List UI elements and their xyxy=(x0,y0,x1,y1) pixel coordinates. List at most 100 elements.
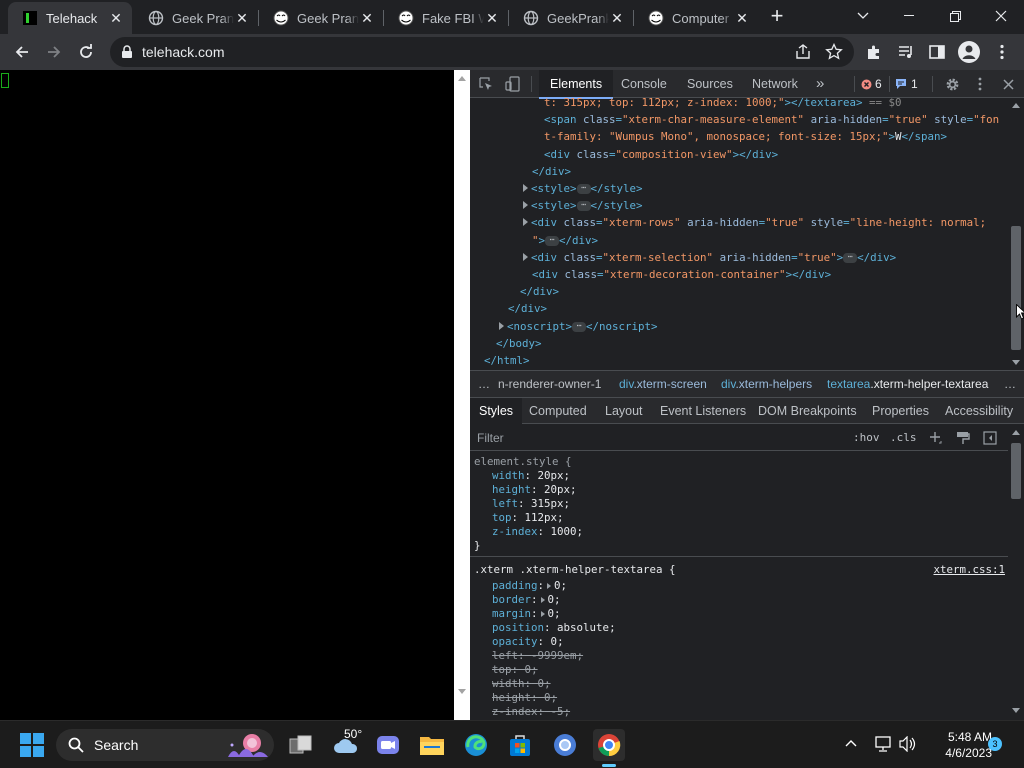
task-view-button[interactable] xyxy=(285,729,317,761)
dom-node-line[interactable]: <span class="xterm-char-measure-element"… xyxy=(544,111,999,128)
page-scrollbar[interactable] xyxy=(454,70,470,720)
side-panel-button[interactable] xyxy=(923,38,951,66)
notification-badge[interactable]: 3 xyxy=(988,737,1002,751)
bookmark-star-icon[interactable] xyxy=(825,43,843,61)
scroll-down-arrow-icon[interactable] xyxy=(457,688,467,696)
paint-roller-icon[interactable] xyxy=(956,431,970,445)
scrollbar-thumb[interactable] xyxy=(1011,443,1021,499)
close-tab-icon[interactable]: ✕ xyxy=(108,10,124,26)
css-declaration[interactable]: left: 315px; xyxy=(492,497,570,511)
tab-elements[interactable]: Elements xyxy=(539,70,614,99)
volume-icon[interactable] xyxy=(899,736,917,752)
css-declaration[interactable]: padding: 0; xyxy=(492,579,567,593)
profile-button[interactable] xyxy=(955,38,983,66)
breadcrumb-item[interactable]: n-renderer-owner-1 xyxy=(498,371,601,397)
expand-triangle-icon[interactable] xyxy=(523,184,528,192)
css-declaration[interactable]: border: 0; xyxy=(492,593,561,607)
dom-node-line[interactable]: </div> xyxy=(508,300,547,317)
scrollbar-thumb[interactable] xyxy=(1011,226,1021,350)
new-tab-button[interactable]: + xyxy=(766,5,788,28)
url-text[interactable]: telehack.com xyxy=(142,44,224,60)
rule-selector[interactable]: element.style { xyxy=(474,455,572,469)
errors-counter[interactable]: 6 xyxy=(861,76,882,92)
minimize-button[interactable] xyxy=(886,0,932,32)
microsoft-store-button[interactable] xyxy=(504,729,536,761)
expand-triangle-icon[interactable] xyxy=(523,218,528,227)
tab-network[interactable]: Network xyxy=(752,70,798,98)
css-declaration[interactable]: opacity: 0; xyxy=(492,635,564,649)
tab-geek-prank-2[interactable]: Geek Prank ✕ xyxy=(259,2,383,34)
clock[interactable]: 5:48 AM 4/6/2023 xyxy=(922,729,992,761)
breadcrumb-item[interactable]: div.xterm-screen xyxy=(619,371,707,397)
start-button[interactable] xyxy=(16,729,48,761)
weather-widget[interactable]: 50° xyxy=(330,727,362,761)
breadcrumb-item-selected[interactable]: textarea.xterm-helper-textarea xyxy=(827,371,988,397)
tab-accessibility[interactable]: Accessibility xyxy=(945,398,1013,424)
forward-button[interactable] xyxy=(40,38,68,66)
expand-triangle-icon[interactable] xyxy=(523,201,528,210)
close-tab-icon[interactable]: ✕ xyxy=(609,10,625,26)
scroll-up-arrow-icon[interactable] xyxy=(1012,429,1020,435)
devtools-menu-button[interactable] xyxy=(971,75,989,93)
tab-geekprank[interactable]: GeekPrank ✕ xyxy=(509,2,633,34)
close-tab-icon[interactable]: ✕ xyxy=(234,10,250,26)
file-explorer-button[interactable] xyxy=(416,729,448,761)
taskbar-search[interactable]: Search xyxy=(56,729,274,761)
toggle-sidebar-icon[interactable] xyxy=(983,431,997,445)
teams-chat-button[interactable] xyxy=(372,729,404,761)
cls-toggle[interactable]: .cls xyxy=(890,431,917,444)
extensions-button[interactable] xyxy=(860,38,888,66)
tab-sources[interactable]: Sources xyxy=(687,70,733,98)
dom-node-line[interactable]: </div> xyxy=(520,283,559,300)
collapsed-content-icon[interactable]: ⋯ xyxy=(545,235,560,246)
dom-node-line[interactable]: </body> xyxy=(496,335,542,352)
scroll-down-arrow-icon[interactable] xyxy=(1012,708,1020,714)
tab-fake-fbi-warning[interactable]: Fake FBI Warning ✕ xyxy=(384,2,508,34)
lock-icon[interactable] xyxy=(120,45,134,59)
tab-layout[interactable]: Layout xyxy=(605,398,643,424)
breadcrumb-overflow[interactable]: … xyxy=(478,371,490,397)
dom-node-line[interactable]: <noscript> ⋯ </noscript> xyxy=(499,318,658,335)
styles-scrollbar[interactable] xyxy=(1008,425,1024,720)
expand-shorthand-icon[interactable] xyxy=(540,611,545,617)
styles-rules[interactable]: element.style { width: 20px; height: 20px… xyxy=(470,451,1008,720)
share-icon[interactable] xyxy=(794,43,812,61)
css-declaration[interactable]: z-index: -5; xyxy=(492,705,570,719)
dom-node-line[interactable]: </div> xyxy=(532,163,571,180)
scroll-up-arrow-icon[interactable] xyxy=(1012,102,1020,108)
tab-styles[interactable]: Styles xyxy=(470,398,523,424)
dom-node-line[interactable]: <div class="xterm-decoration-container">… xyxy=(532,266,831,283)
dom-node-line[interactable]: <div class="composition-view"></div> xyxy=(544,146,778,163)
css-declaration[interactable]: width: 0; xyxy=(492,677,551,691)
tab-event-listeners[interactable]: Event Listeners xyxy=(660,398,746,424)
device-toolbar-button[interactable] xyxy=(504,75,522,93)
css-declaration[interactable]: height: 0; xyxy=(492,691,557,705)
css-declaration[interactable]: z-index: 1000; xyxy=(492,525,583,539)
expand-shorthand-icon[interactable] xyxy=(547,583,552,589)
expand-triangle-icon[interactable] xyxy=(499,321,504,330)
close-tab-icon[interactable]: ✕ xyxy=(734,10,750,26)
inspect-element-button[interactable] xyxy=(477,75,495,93)
css-declaration[interactable]: width: 20px; xyxy=(492,469,570,483)
close-tab-icon[interactable]: ✕ xyxy=(359,10,375,26)
filter-input[interactable]: Filter xyxy=(477,431,504,445)
css-declaration[interactable]: margin: 0; xyxy=(492,607,561,621)
dom-node-line[interactable]: t: 315px; top: 112px; z-index: 1000;"></… xyxy=(544,98,902,111)
chrome-button-active[interactable] xyxy=(593,729,625,767)
messages-counter[interactable]: 1 xyxy=(895,76,918,92)
chromium-button[interactable] xyxy=(549,729,581,761)
close-window-button[interactable] xyxy=(978,0,1024,32)
telehack-terminal[interactable] xyxy=(0,70,454,720)
address-bar[interactable]: telehack.com xyxy=(110,37,854,67)
reload-button[interactable] xyxy=(72,38,100,66)
breadcrumb-item[interactable]: div.xterm-helpers xyxy=(721,371,812,397)
dom-tree[interactable]: t: 315px; top: 112px; z-index: 1000;"></… xyxy=(470,98,1008,370)
source-link[interactable]: xterm.css:1 xyxy=(933,563,1005,577)
dom-node-line[interactable]: </html> xyxy=(484,352,530,369)
expand-shorthand-icon[interactable] xyxy=(540,597,545,603)
devtools-settings-button[interactable] xyxy=(943,75,961,93)
restore-button[interactable] xyxy=(932,0,978,32)
tab-telehack[interactable]: Telehack ✕ xyxy=(8,2,132,34)
css-declaration[interactable]: top: 0; xyxy=(492,663,538,677)
expand-triangle-icon[interactable] xyxy=(523,252,528,261)
